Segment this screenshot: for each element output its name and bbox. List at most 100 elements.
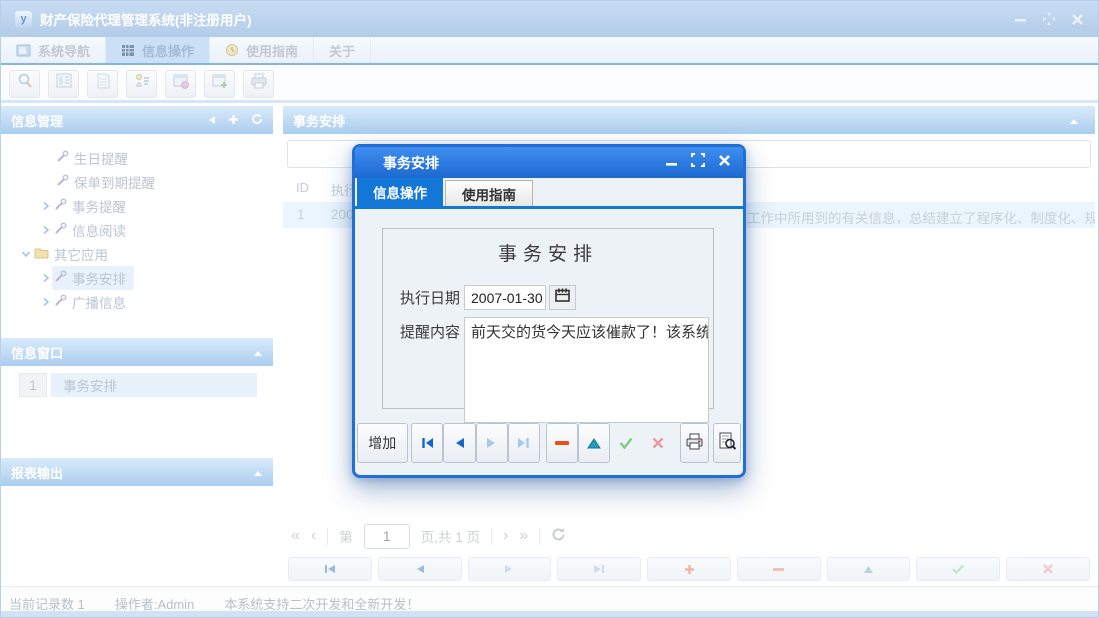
sidebar: 信息管理 生日提醒 保单到期提醒 事务提醒 信息阅读 xyxy=(1,106,273,586)
tab-label: 关于 xyxy=(329,41,355,60)
edit-record-button[interactable] xyxy=(827,557,911,581)
status-note: 本系统支持二次开发和全新开发！ xyxy=(224,594,419,613)
tab-info-ops[interactable]: 信息操作 xyxy=(106,37,210,63)
cancel-button[interactable] xyxy=(642,423,674,463)
prev-record-button[interactable] xyxy=(443,423,475,463)
add-record-button[interactable] xyxy=(647,557,731,581)
tree-item-task-reminder[interactable]: 事务提醒 xyxy=(1,194,273,218)
panel-header-report-output: 报表输出 xyxy=(1,458,273,486)
last-record-button[interactable] xyxy=(508,423,540,463)
content-textarea[interactable]: 前天交的货今天应该催款了！该系统提 xyxy=(464,317,709,423)
tree-item-broadcast-info[interactable]: 广播信息 xyxy=(1,290,273,314)
dialog-tab-user-guide[interactable]: 使用指南 xyxy=(445,180,533,206)
tool-icon xyxy=(56,150,69,166)
tree-item-label: 事务提醒 xyxy=(72,196,126,216)
print-button[interactable] xyxy=(680,423,709,463)
titlebar: y 财产保险代理管理系统(非注册用户) xyxy=(1,1,1098,37)
dialog-tab-info-ops[interactable]: 信息操作 xyxy=(357,178,443,206)
next-record-button[interactable] xyxy=(468,557,552,581)
minimize-icon[interactable] xyxy=(1014,13,1027,26)
tab-about[interactable]: 关于 xyxy=(314,37,371,63)
operator-label: 操作者:Admin xyxy=(115,594,194,613)
chevron-right-icon[interactable] xyxy=(39,201,52,211)
tree-item-policy-expiry-reminder[interactable]: 保单到期提醒 xyxy=(1,170,273,194)
next-page-icon[interactable]: › xyxy=(503,527,508,545)
delete-record-button[interactable] xyxy=(737,557,821,581)
last-record-button[interactable] xyxy=(557,557,641,581)
add-button[interactable]: 增加 xyxy=(357,423,408,463)
tool-icon xyxy=(54,198,67,214)
clock-icon xyxy=(225,43,239,57)
row-label[interactable]: 事务安排 xyxy=(51,373,257,397)
document-button[interactable] xyxy=(87,70,118,98)
dialog-titlebar: 事务安排 xyxy=(355,147,743,178)
edit-record-button[interactable] xyxy=(578,423,610,463)
tab-system-nav[interactable]: 系统导航 xyxy=(1,37,106,63)
prev-page-icon[interactable]: ‹ xyxy=(311,527,316,545)
restore-icon[interactable] xyxy=(1042,12,1056,26)
window-add-icon xyxy=(211,72,229,95)
page-number-input[interactable]: 1 xyxy=(364,524,410,549)
tool-icon xyxy=(56,174,69,190)
calendar-button[interactable] xyxy=(549,285,576,310)
collapse-up-icon[interactable] xyxy=(253,465,263,480)
panel-title: 信息管理 xyxy=(11,111,63,130)
print-preview-button[interactable] xyxy=(713,423,741,463)
tree-item-label: 信息阅读 xyxy=(72,220,126,240)
pagination-bar: « ‹ 第 1 页,共 1 页 › » xyxy=(291,521,566,551)
chevron-down-icon[interactable] xyxy=(19,249,32,259)
tree-item-task-schedule[interactable]: 事务安排 xyxy=(1,266,273,290)
refresh-icon[interactable] xyxy=(251,113,263,128)
column-header-id: ID xyxy=(296,180,309,195)
delete-record-button[interactable] xyxy=(546,423,578,463)
task-schedule-dialog: 事务安排 信息操作 使用指南 事务安排 执行日期 2007-01-30 提醒内容 xyxy=(352,144,746,478)
first-page-icon[interactable]: « xyxy=(291,527,300,545)
info-window-row[interactable]: 1 事务安排 xyxy=(1,372,273,398)
add-icon[interactable] xyxy=(228,113,239,128)
toolbar xyxy=(1,67,1098,103)
collapse-left-icon[interactable] xyxy=(208,113,216,128)
user-report-button[interactable] xyxy=(126,70,157,98)
refresh-icon[interactable] xyxy=(551,527,566,546)
print-button[interactable] xyxy=(243,70,274,98)
tree-item-label: 生日提醒 xyxy=(74,148,128,168)
tab-label: 使用指南 xyxy=(462,184,516,204)
first-record-button[interactable] xyxy=(288,557,372,581)
tree-item-other-apps[interactable]: 其它应用 xyxy=(1,242,273,266)
confirm-button[interactable] xyxy=(610,423,642,463)
window-globe-icon xyxy=(172,72,190,95)
cell-content: 工作中所用到的有关信息，总结建立了程序化、制度化、规范 xyxy=(747,207,1095,227)
divider xyxy=(327,528,328,545)
tab-label: 系统导航 xyxy=(38,41,90,60)
tree-item-info-reading[interactable]: 信息阅读 xyxy=(1,218,273,242)
add-button-label: 增加 xyxy=(368,433,396,453)
main-panel-header: 事务安排 xyxy=(283,106,1095,134)
tool-icon xyxy=(54,222,67,238)
collapse-up-icon[interactable] xyxy=(253,345,263,360)
first-record-button[interactable] xyxy=(411,423,443,463)
collapse-up-icon[interactable] xyxy=(1069,113,1079,128)
date-input[interactable]: 2007-01-30 xyxy=(464,285,546,310)
dialog-minimize-icon[interactable] xyxy=(665,154,678,172)
last-page-icon[interactable]: » xyxy=(519,527,528,545)
window-preview-button[interactable] xyxy=(165,70,196,98)
next-record-button[interactable] xyxy=(476,423,508,463)
prev-record-button[interactable] xyxy=(378,557,462,581)
cancel-button[interactable] xyxy=(1006,557,1090,581)
tree-item-birthday-reminder[interactable]: 生日提醒 xyxy=(1,146,273,170)
tool-icon xyxy=(54,270,67,286)
search-button[interactable] xyxy=(9,70,40,98)
dialog-maximize-icon[interactable] xyxy=(691,153,705,172)
row-index: 1 xyxy=(19,373,47,397)
confirm-button[interactable] xyxy=(916,557,1000,581)
chevron-right-icon[interactable] xyxy=(39,273,52,283)
chevron-right-icon[interactable] xyxy=(39,225,52,235)
form-view-button[interactable] xyxy=(48,70,79,98)
close-icon[interactable] xyxy=(1071,13,1084,26)
cell-id: 1 xyxy=(297,207,305,222)
chevron-right-icon[interactable] xyxy=(39,297,52,307)
page-total-label: 页,共 1 页 xyxy=(421,526,480,546)
window-add-button[interactable] xyxy=(204,70,235,98)
dialog-close-icon[interactable] xyxy=(718,154,731,172)
tab-user-guide[interactable]: 使用指南 xyxy=(210,37,314,63)
